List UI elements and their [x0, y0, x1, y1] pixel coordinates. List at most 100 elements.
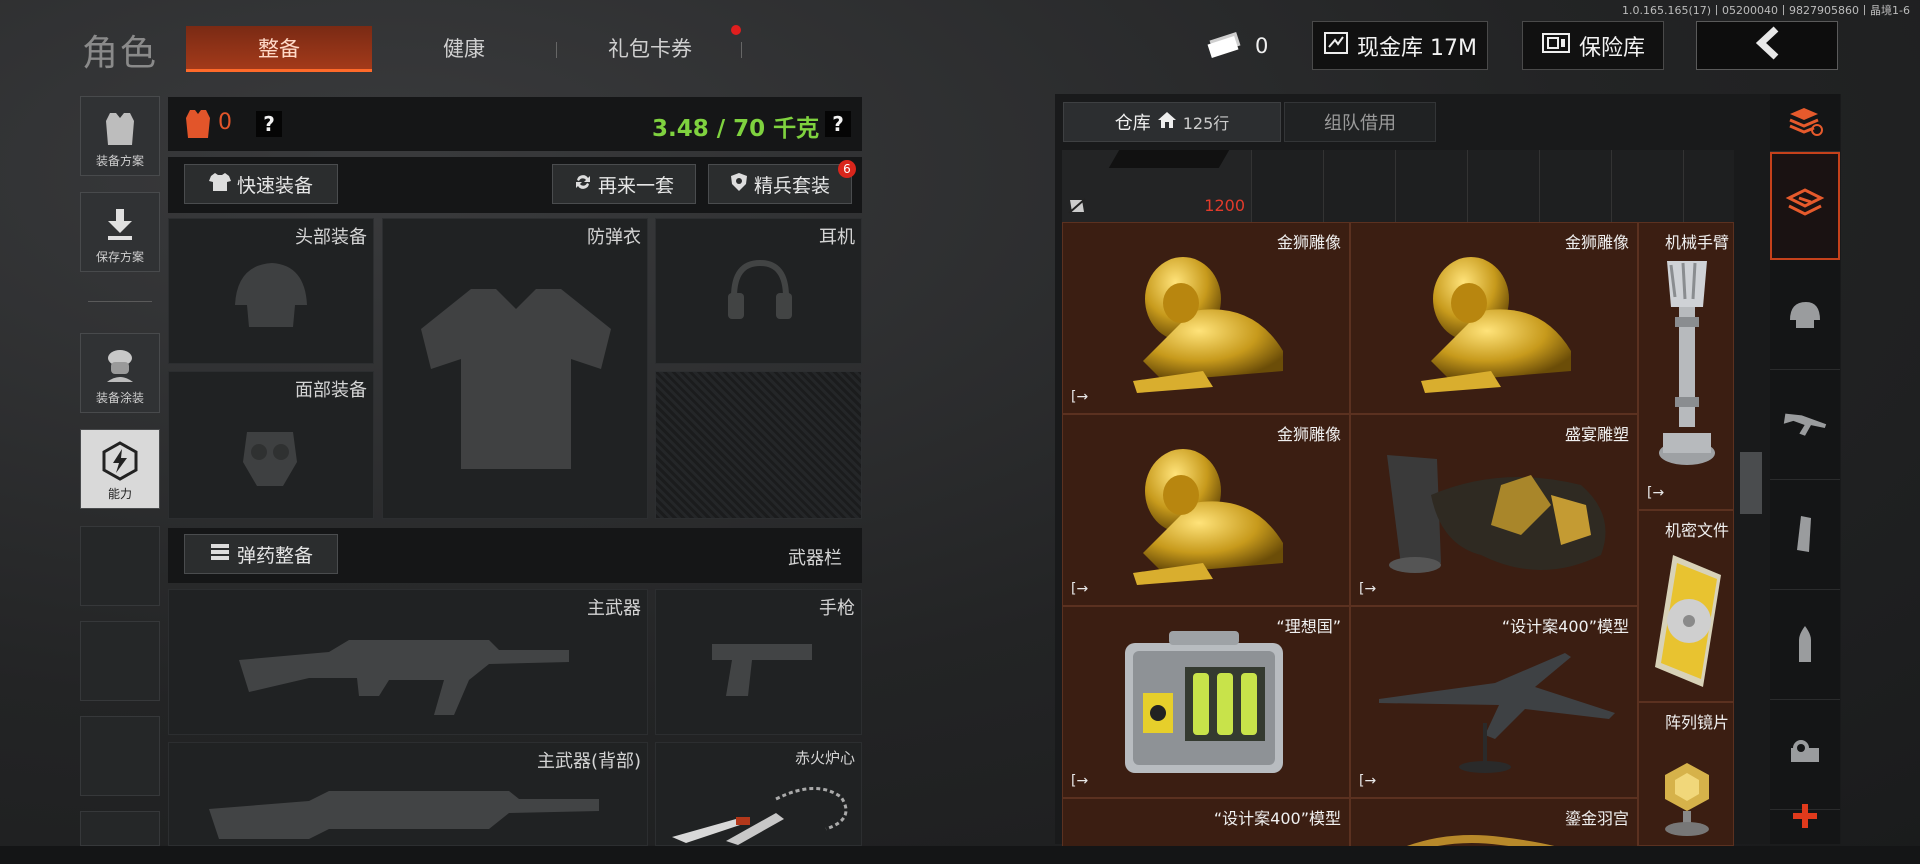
item-name: 阵列镜片: [1664, 713, 1729, 732]
tab-team-lend[interactable]: 组队借用: [1284, 102, 1436, 142]
cash-count: 0: [1255, 34, 1269, 58]
primary-back-label: 主武器(背部): [536, 751, 641, 772]
cash-vault-button[interactable]: 现金库 17M: [1312, 21, 1488, 70]
gold-lion-statue-icon: [1133, 257, 1283, 393]
cash-icon: [1205, 30, 1245, 62]
tab-gift-coupons[interactable]: 礼包卡券: [560, 26, 740, 72]
empty-cell[interactable]: [1612, 150, 1684, 222]
pistol-slot[interactable]: 手枪: [655, 589, 862, 735]
bullet-icon: [1795, 624, 1815, 668]
equipment-plan-button[interactable]: 装备方案: [80, 96, 160, 176]
elite-set-button[interactable]: 精兵套装: [708, 164, 852, 204]
item-cell-design-model[interactable]: “设计案400”模型 [→: [1350, 606, 1638, 798]
chevron-left-icon: [1752, 25, 1782, 66]
back-button[interactable]: [1696, 21, 1838, 70]
armor-help-button[interactable]: ?: [256, 111, 282, 137]
move-out-icon: [→: [1359, 581, 1377, 597]
headset-slot[interactable]: 耳机: [655, 218, 862, 364]
vest-slot[interactable]: 防弹衣: [382, 218, 648, 519]
head-slot[interactable]: 头部装备: [168, 218, 374, 364]
shield-icon: [730, 172, 748, 197]
move-out-icon: [→: [1359, 773, 1377, 789]
empty-cell[interactable]: [1540, 150, 1612, 222]
move-out-icon: [→: [1647, 485, 1665, 501]
home-icon: [1157, 111, 1177, 134]
biohazard-case-icon: [1125, 631, 1283, 773]
empty-cell[interactable]: [1468, 150, 1540, 222]
item-cell-mech-arm[interactable]: 机械手臂 [→: [1638, 222, 1734, 510]
elite-set-badge: 6: [838, 160, 856, 178]
pistol-icon: [712, 644, 812, 696]
empty-side-slot[interactable]: [80, 621, 160, 701]
move-out-icon: [→: [1071, 581, 1089, 597]
tab-divider: [556, 42, 557, 58]
item-cell-array-lens[interactable]: 阵列镜片: [1638, 702, 1734, 846]
item-name: 盛宴雕塑: [1564, 425, 1629, 444]
safe-label: 保险库: [1578, 35, 1645, 61]
vault-icon: [1323, 30, 1349, 62]
secret-file-disc-icon: [1655, 555, 1721, 687]
item-cell-gold-lion[interactable]: 金狮雕像 [→: [1062, 414, 1350, 606]
weight-help-button[interactable]: ?: [825, 111, 851, 137]
plus-icon: [1791, 802, 1819, 834]
empty-side-slot[interactable]: [80, 716, 160, 796]
primary-back-slot[interactable]: 主武器(背部): [168, 742, 648, 846]
item-cell-secret-file[interactable]: 机密文件: [1638, 510, 1734, 702]
save-plan-button[interactable]: 保存方案: [80, 192, 160, 272]
empty-cell[interactable]: [1252, 150, 1324, 222]
item-cell-design-model[interactable]: “设计案400”模型: [1062, 798, 1350, 846]
category-helmet[interactable]: [1770, 262, 1840, 370]
another-set-button[interactable]: 再来一套: [552, 164, 696, 204]
tab-health[interactable]: 健康: [376, 26, 552, 72]
category-rifle[interactable]: [1770, 372, 1840, 480]
item-cell-feast-sculpture[interactable]: 盛宴雕塑 [→: [1350, 414, 1638, 606]
equipment-plan-label: 装备方案: [95, 154, 144, 168]
mech-arm-icon: [1659, 261, 1715, 465]
gilded-palace-icon: [1407, 835, 1555, 846]
download-icon: [100, 204, 140, 244]
notification-dot: [731, 25, 741, 35]
sort-button[interactable]: [1770, 94, 1840, 152]
jet-model-icon: [1379, 653, 1615, 773]
item-cell-ideal-state[interactable]: “理想国” [→: [1062, 606, 1350, 798]
empty-side-slot[interactable]: [80, 526, 160, 606]
tab-equip[interactable]: 整备: [186, 26, 372, 72]
add-category-button[interactable]: [1770, 790, 1840, 846]
category-all[interactable]: [1770, 152, 1840, 260]
equipment-skin-button[interactable]: 装备涂装: [80, 333, 160, 413]
inventory-screen: { "version": "1.0.165.165(17)丨05200040丨9…: [0, 0, 1920, 864]
empty-cell[interactable]: [1396, 150, 1468, 222]
move-out-icon: [→: [1071, 773, 1089, 789]
empty-side-slot[interactable]: [80, 811, 160, 846]
pistol-slot-label: 手枪: [819, 598, 855, 619]
soldier-icon: [100, 345, 140, 385]
melee-slot[interactable]: 赤火炉心: [655, 742, 862, 846]
lightning-hex-icon: [100, 441, 140, 481]
helmet-icon: [1786, 298, 1824, 334]
ammo-equip-button[interactable]: 弹药整备: [184, 534, 338, 574]
feast-sculpture-icon: [1387, 455, 1606, 573]
face-slot[interactable]: 面部装备: [168, 371, 374, 519]
category-ammo[interactable]: [1770, 592, 1840, 700]
item-cell-gilded-palace[interactable]: 鎏金羽宫: [1350, 798, 1638, 846]
quick-equip-button[interactable]: 快速装备: [184, 164, 338, 204]
body-armor-icon: [421, 289, 611, 469]
weight-readout: 3.48 / 70 千克: [652, 116, 820, 142]
ammo-equip-label: 弹药整备: [236, 544, 313, 567]
item-name: “设计案400”模型: [1501, 617, 1629, 636]
primary-weapon-slot[interactable]: 主武器: [168, 589, 648, 735]
item-cell-gold-lion[interactable]: 金狮雕像 [→: [1062, 222, 1350, 414]
category-magazine[interactable]: [1770, 482, 1840, 590]
ability-button[interactable]: 能力: [80, 429, 160, 509]
warehouse-scrollbar[interactable]: [1740, 452, 1762, 514]
tab-warehouse[interactable]: 仓库 125行: [1063, 102, 1281, 142]
item-name: 机密文件: [1664, 521, 1729, 540]
item-price: 1200: [1204, 196, 1245, 215]
equipment-skin-label: 装备涂装: [95, 391, 144, 405]
safe-button[interactable]: 保险库: [1522, 21, 1664, 70]
item-cell-gold-lion[interactable]: 金狮雕像: [1350, 222, 1638, 414]
empty-cell[interactable]: [1324, 150, 1396, 222]
partial-item-cell[interactable]: 1200: [1062, 150, 1252, 222]
layers-refresh-icon: [1786, 104, 1824, 142]
headset-icon: [728, 259, 792, 319]
